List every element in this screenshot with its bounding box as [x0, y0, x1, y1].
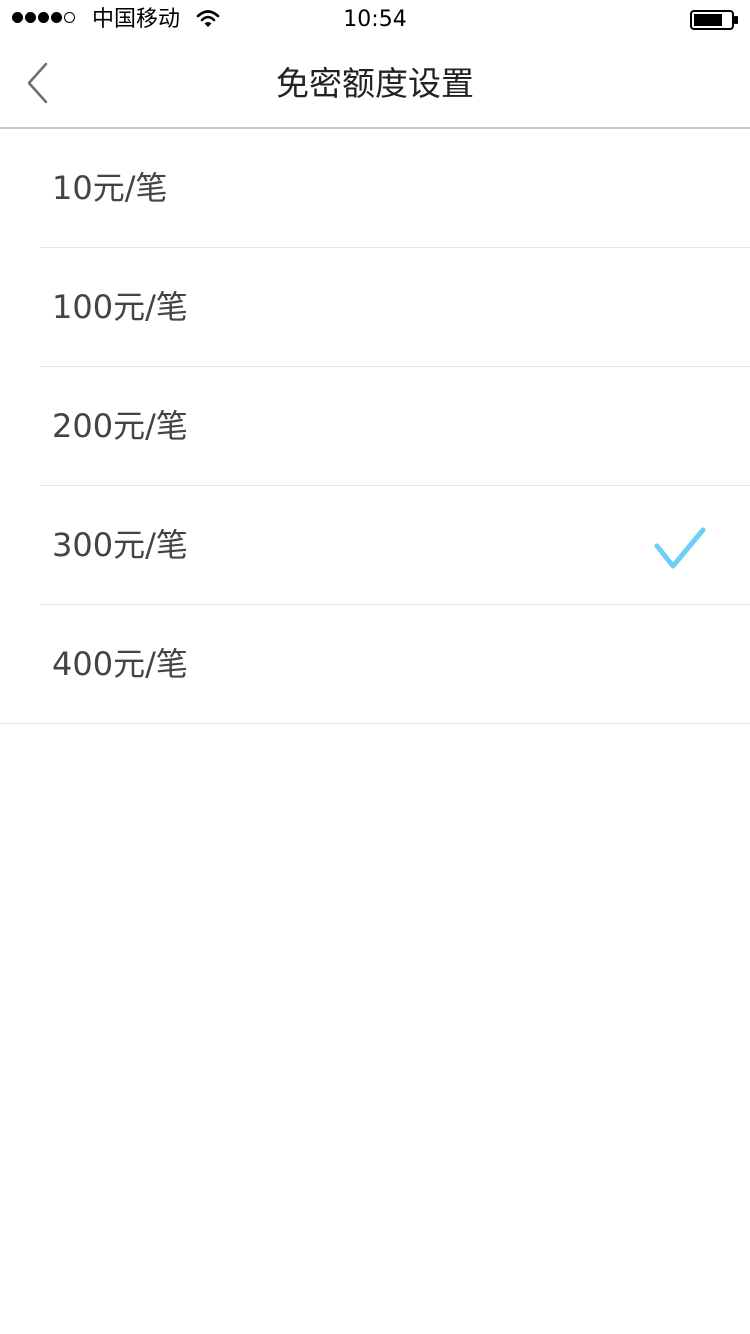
chevron-left-icon: [27, 62, 48, 104]
battery-icon: [690, 10, 740, 34]
option-100[interactable]: 100元/笔: [40, 248, 750, 367]
status-bar: 中国移动 10:54: [0, 0, 750, 40]
option-200[interactable]: 200元/笔: [40, 367, 750, 486]
option-label: 400元/笔: [52, 645, 188, 683]
page-title: 免密额度设置: [276, 64, 474, 103]
option-label: 10元/笔: [52, 169, 168, 207]
checkmark-icon: [654, 527, 706, 569]
option-400[interactable]: 400元/笔: [40, 605, 750, 723]
option-300[interactable]: 300元/笔: [40, 486, 750, 605]
option-10[interactable]: 10元/笔: [40, 129, 750, 248]
option-label: 200元/笔: [52, 407, 188, 445]
back-button[interactable]: [20, 60, 60, 106]
option-label: 300元/笔: [52, 526, 188, 564]
navigation-bar: 免密额度设置: [0, 40, 750, 129]
amount-options-list: 10元/笔 100元/笔 200元/笔 300元/笔 400元/笔: [0, 129, 750, 724]
option-label: 100元/笔: [52, 288, 188, 326]
status-time: 10:54: [343, 7, 407, 32]
